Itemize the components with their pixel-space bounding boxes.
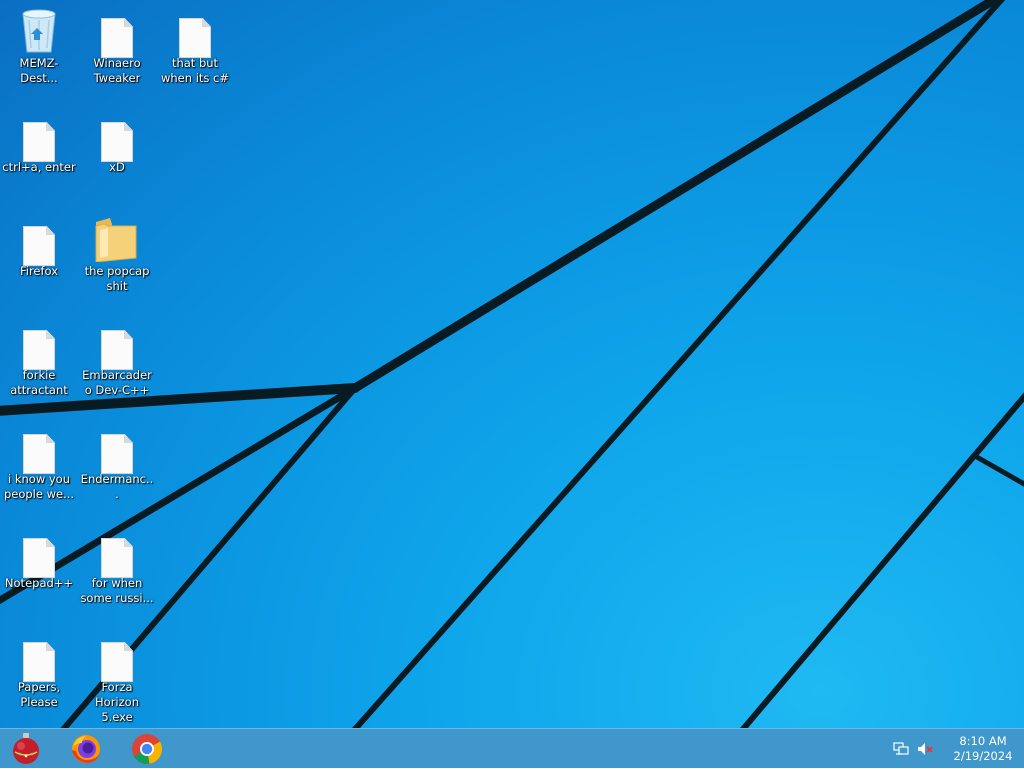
document-icon	[78, 630, 156, 682]
desktop-icon-i-know-you-people[interactable]: i know you people we...	[0, 422, 78, 502]
desktop-icon-label: MEMZ-Dest...	[19, 56, 59, 85]
desktop-icon-label: ctrl+a, enter	[2, 160, 76, 174]
document-icon	[78, 110, 156, 162]
clock-date: 2/19/2024	[953, 749, 1013, 763]
desktop-icon-label: Papers, Please	[17, 680, 61, 709]
desktop-icon-firefox[interactable]: Firefox	[0, 214, 78, 279]
desktop-icon-label: Embarcadero Dev-C++	[82, 368, 152, 397]
desktop-icon-forza-horizon-5[interactable]: Forza Horizon 5.exe	[78, 630, 156, 725]
chrome-icon	[132, 734, 163, 765]
desktop-icon-label: forkie attractant	[10, 368, 68, 397]
christmas-ornament-icon	[13, 733, 39, 764]
desktop-icon-forkie-attractant[interactable]: forkie attractant	[0, 318, 78, 398]
desktop-icon-recycle-bin[interactable]: MEMZ-Dest...	[0, 6, 78, 86]
taskbar: 8:10 AM 2/19/2024	[0, 728, 1024, 768]
desktop-icon-winaero-tweaker[interactable]: Winaero Tweaker	[78, 6, 156, 86]
document-icon	[0, 214, 78, 266]
document-icon	[78, 6, 156, 58]
desktop-icon-label: Endermanc...	[80, 472, 154, 501]
document-icon	[78, 422, 156, 474]
document-icon	[0, 526, 78, 578]
desktop-icon-ctrl-a-enter[interactable]: ctrl+a, enter	[0, 110, 78, 175]
desktop-icon-for-when-some-russi[interactable]: for when some russi...	[78, 526, 156, 606]
desktop-icon-label: the popcap shit	[84, 264, 150, 293]
document-icon	[0, 110, 78, 162]
recycle-bin-icon	[0, 6, 78, 54]
desktop-icon-papers-please[interactable]: Papers, Please	[0, 630, 78, 710]
desktop-icon-embarcadero-dev-cpp[interactable]: Embarcadero Dev-C++	[78, 318, 156, 398]
desktop-icon-label: Firefox	[19, 264, 59, 278]
taskbar-chrome-button[interactable]	[125, 731, 169, 767]
desktop-icon-label: that but when its c#	[160, 56, 230, 85]
document-icon	[0, 630, 78, 682]
taskbar-clock[interactable]: 8:10 AM 2/19/2024	[948, 734, 1018, 764]
desktop-icon-label: i know you people we...	[3, 472, 75, 501]
document-icon	[0, 318, 78, 370]
desktop: MEMZ-Dest... Winaero Tweaker that but wh…	[0, 0, 1024, 728]
desktop-icon-label: Notepad++	[4, 576, 74, 590]
folder-icon	[78, 214, 156, 263]
document-icon	[0, 422, 78, 474]
document-icon	[156, 6, 234, 58]
desktop-icon-label: Forza Horizon 5.exe	[95, 680, 139, 724]
taskbar-firefox-button[interactable]	[64, 731, 108, 767]
desktop-icon-label: xD	[109, 160, 125, 174]
start-button[interactable]	[4, 731, 48, 767]
network-icon[interactable]	[892, 740, 910, 758]
desktop-icon-endermanch[interactable]: Endermanc...	[78, 422, 156, 502]
desktop-icon-label: for when some russi...	[80, 576, 154, 605]
firefox-icon	[72, 735, 100, 763]
desktop-icon-xd[interactable]: xD	[78, 110, 156, 175]
volume-muted-icon[interactable]	[916, 740, 934, 758]
document-icon	[78, 526, 156, 578]
desktop-icon-notepad-plus-plus[interactable]: Notepad++	[0, 526, 78, 591]
desktop-icon-that-but-when-its-csharp[interactable]: that but when its c#	[156, 6, 234, 86]
document-icon	[78, 318, 156, 370]
desktop-icon-the-popcap-folder[interactable]: the popcap shit	[78, 214, 156, 294]
clock-time: 8:10 AM	[959, 734, 1007, 748]
system-tray: 8:10 AM 2/19/2024	[892, 729, 1024, 769]
desktop-icon-label: Winaero Tweaker	[93, 56, 141, 85]
